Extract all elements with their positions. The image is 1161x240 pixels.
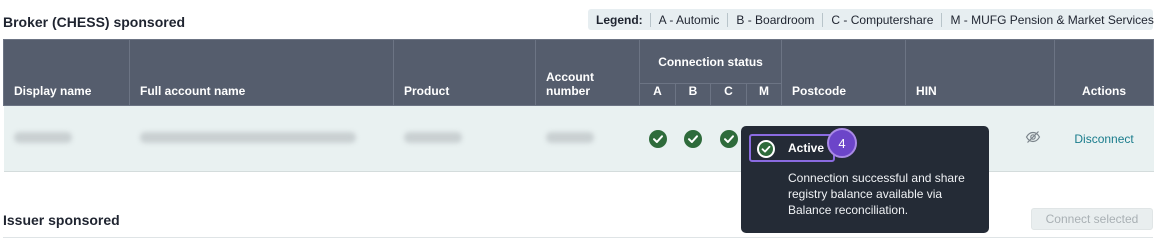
divider [3,237,1153,238]
legend-item-c: C - Computershare [822,12,941,27]
cell-display-name [3,105,130,172]
status-active-icon [648,129,667,148]
header-status-m: M [745,83,783,106]
header-status-c: C [710,83,747,106]
redacted-display-name [13,131,72,143]
issuer-section-title: Issuer sponsored [3,212,120,228]
cell-product [393,105,536,172]
header-status-a: A [639,83,676,106]
legend-item-b: B - Boardroom [727,12,822,27]
cell-full-account-name [129,105,394,172]
step-badge: 4 [827,128,857,158]
redacted-account-name [139,131,356,143]
redacted-product [403,131,462,143]
header-display-name: Display name [3,39,130,106]
legend-item-a: A - Automic [649,12,728,27]
tooltip-status-label: Active [788,141,825,155]
cell-account-number [535,105,640,172]
eye-off-icon[interactable] [1025,130,1041,147]
cell-status-a [639,105,676,172]
header-product: Product [393,39,536,106]
header-actions: Actions [1054,39,1155,106]
redacted-account-number [545,131,594,143]
header-full-account-name: Full account name [129,39,394,106]
header-account-number: Account number [535,39,640,106]
cell-actions: Disconnect [1054,105,1154,172]
cell-status-b [675,105,711,172]
check-circle-icon [757,140,775,158]
header-connection-status: Connection status [638,39,783,84]
status-active-icon [684,129,702,148]
header-status-b: B [675,83,711,106]
status-active-icon [719,129,738,148]
connect-selected-button[interactable]: Connect selected [1031,208,1153,230]
disconnect-link[interactable]: Disconnect [1074,132,1133,146]
legend-item-m: M - MUFG Pension & Market Services [941,12,1161,27]
legend: Legend: A - Automic B - Boardroom C - Co… [588,9,1154,30]
tooltip-description: Connection successful and share registry… [788,171,965,217]
status-tooltip: Active 4 Connection successful and share… [741,126,989,233]
header-hin: HIN [905,39,1056,106]
broker-section-title: Broker (CHESS) sponsored [3,14,186,30]
header-postcode: Postcode [781,39,907,106]
legend-title: Legend: [596,12,643,27]
